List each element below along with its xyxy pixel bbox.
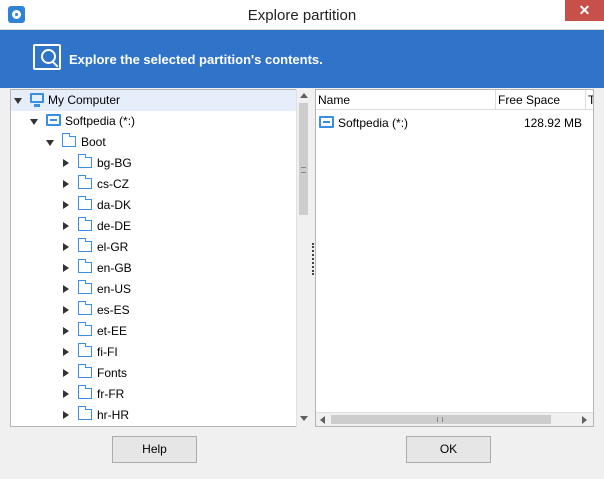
tree-item-folder[interactable]: en-US	[11, 279, 307, 300]
scroll-left-arrow-icon[interactable]	[320, 416, 325, 424]
list-item-name: Softpedia (*:)	[338, 116, 409, 130]
tree-item-label: es-ES	[97, 303, 130, 317]
header-banner: Explore the selected partition's content…	[0, 30, 604, 88]
expand-arrow-icon[interactable]	[63, 159, 69, 167]
tree-item-label: Boot	[81, 135, 106, 149]
tree-item-label: Fonts	[97, 366, 128, 380]
tree-item-label: My Computer	[48, 93, 121, 107]
tree-item-label: de-DE	[97, 219, 132, 233]
list-item-free-space: 128.92 MB	[523, 116, 582, 130]
tree-item-label: el-GR	[97, 240, 129, 254]
tree-item-folder[interactable]: hr-HR	[11, 405, 307, 426]
folder-icon	[78, 259, 92, 273]
scroll-right-arrow-icon[interactable]	[582, 416, 587, 424]
column-header-name[interactable]: Name	[316, 90, 496, 110]
scroll-up-arrow-icon[interactable]	[300, 93, 308, 98]
folder-icon	[78, 385, 92, 399]
banner-text: Explore the selected partition's content…	[69, 52, 323, 67]
expand-arrow-icon[interactable]	[63, 222, 69, 230]
tree-item-label: bg-BG	[97, 156, 132, 170]
expand-arrow-icon[interactable]	[63, 348, 69, 356]
expand-arrow-icon[interactable]	[63, 327, 69, 335]
tree-item-label: en-US	[97, 282, 132, 296]
tree-item-folder[interactable]: et-EE	[11, 321, 307, 342]
tree-item-folder[interactable]: de-DE	[11, 216, 307, 237]
collapse-arrow-icon[interactable]	[30, 119, 38, 125]
expand-arrow-icon[interactable]	[63, 264, 69, 272]
folder-icon	[78, 364, 92, 378]
tree-item-partition[interactable]: Softpedia (*:)	[11, 111, 307, 132]
close-button[interactable]: ✕	[565, 0, 604, 21]
column-header-free-space[interactable]: Free Space	[496, 90, 586, 110]
window-title: Explore partition	[247, 7, 357, 24]
folder-icon	[78, 196, 92, 210]
folder-icon	[78, 406, 92, 420]
folder-icon	[78, 301, 92, 315]
tree-item-boot[interactable]: Boot	[11, 132, 307, 153]
expand-arrow-icon[interactable]	[63, 201, 69, 209]
tree-item-label: fr-FR	[97, 387, 125, 401]
tree-item-label: da-DK	[97, 198, 132, 212]
expand-arrow-icon[interactable]	[63, 369, 69, 377]
folder-icon	[78, 217, 92, 231]
collapse-arrow-icon[interactable]	[46, 140, 54, 146]
panel-splitter[interactable]	[312, 243, 314, 275]
tree-item-my-computer[interactable]: My Computer	[11, 90, 307, 111]
folder-icon	[62, 133, 76, 147]
expand-arrow-icon[interactable]	[63, 306, 69, 314]
tree-item-folder[interactable]: fr-FR	[11, 384, 307, 405]
ok-button[interactable]: OK	[406, 436, 491, 463]
tree-item-folder[interactable]: el-GR	[11, 237, 307, 258]
computer-icon	[30, 93, 44, 107]
folder-icon	[78, 343, 92, 357]
tree-item-folder[interactable]: es-ES	[11, 300, 307, 321]
folder-icon	[78, 154, 92, 168]
list-horizontal-scrollbar[interactable]	[316, 412, 593, 426]
scrollbar-thumb[interactable]	[299, 103, 308, 215]
tree-item-label: cs-CZ	[97, 177, 129, 191]
scrollbar-thumb[interactable]	[331, 415, 551, 424]
tree-item-folder[interactable]: Fonts	[11, 363, 307, 384]
tree-item-label: fi-FI	[97, 345, 118, 359]
tree-item-label: et-EE	[97, 324, 128, 338]
tree-item-folder[interactable]: cs-CZ	[11, 174, 307, 195]
tree-item-label: hr-HR	[97, 408, 129, 422]
grip-icon	[301, 167, 306, 173]
tree-item-folder[interactable]: fi-FI	[11, 342, 307, 363]
drive-icon	[46, 114, 61, 126]
grip-icon	[437, 417, 443, 422]
tree-item-label: Softpedia (*:)	[65, 114, 136, 128]
folder-icon	[78, 238, 92, 252]
folder-tree[interactable]: My Computer Softpedia (*:) Boot bg-BG cs…	[10, 89, 308, 427]
tree-item-folder[interactable]: bg-BG	[11, 153, 307, 174]
dialog-content: My Computer Softpedia (*:) Boot bg-BG cs…	[0, 88, 604, 479]
expand-arrow-icon[interactable]	[63, 285, 69, 293]
contents-list[interactable]: Name Free Space T Softpedia (*:) 128.92 …	[315, 89, 594, 427]
explore-magnifier-icon	[33, 44, 61, 70]
tree-item-folder[interactable]: da-DK	[11, 195, 307, 216]
list-item[interactable]: Softpedia (*:) 128.92 MB	[316, 113, 593, 133]
drive-icon	[319, 116, 334, 128]
folder-icon	[78, 175, 92, 189]
folder-icon	[78, 322, 92, 336]
column-header-type[interactable]: T	[586, 90, 593, 110]
expand-arrow-icon[interactable]	[63, 411, 69, 419]
expand-arrow-icon[interactable]	[63, 390, 69, 398]
scroll-down-arrow-icon[interactable]	[300, 416, 308, 421]
tree-item-folder[interactable]: en-GB	[11, 258, 307, 279]
tree-vertical-scrollbar[interactable]	[296, 89, 310, 427]
expand-arrow-icon[interactable]	[63, 243, 69, 251]
tree-item-label: en-GB	[97, 261, 132, 275]
title-bar[interactable]: Explore partition ✕	[0, 0, 604, 30]
collapse-arrow-icon[interactable]	[14, 98, 22, 104]
folder-icon	[78, 280, 92, 294]
help-button[interactable]: Help	[112, 436, 197, 463]
expand-arrow-icon[interactable]	[63, 180, 69, 188]
explore-partition-window: Explore partition ✕ Explore the selected…	[0, 0, 604, 479]
